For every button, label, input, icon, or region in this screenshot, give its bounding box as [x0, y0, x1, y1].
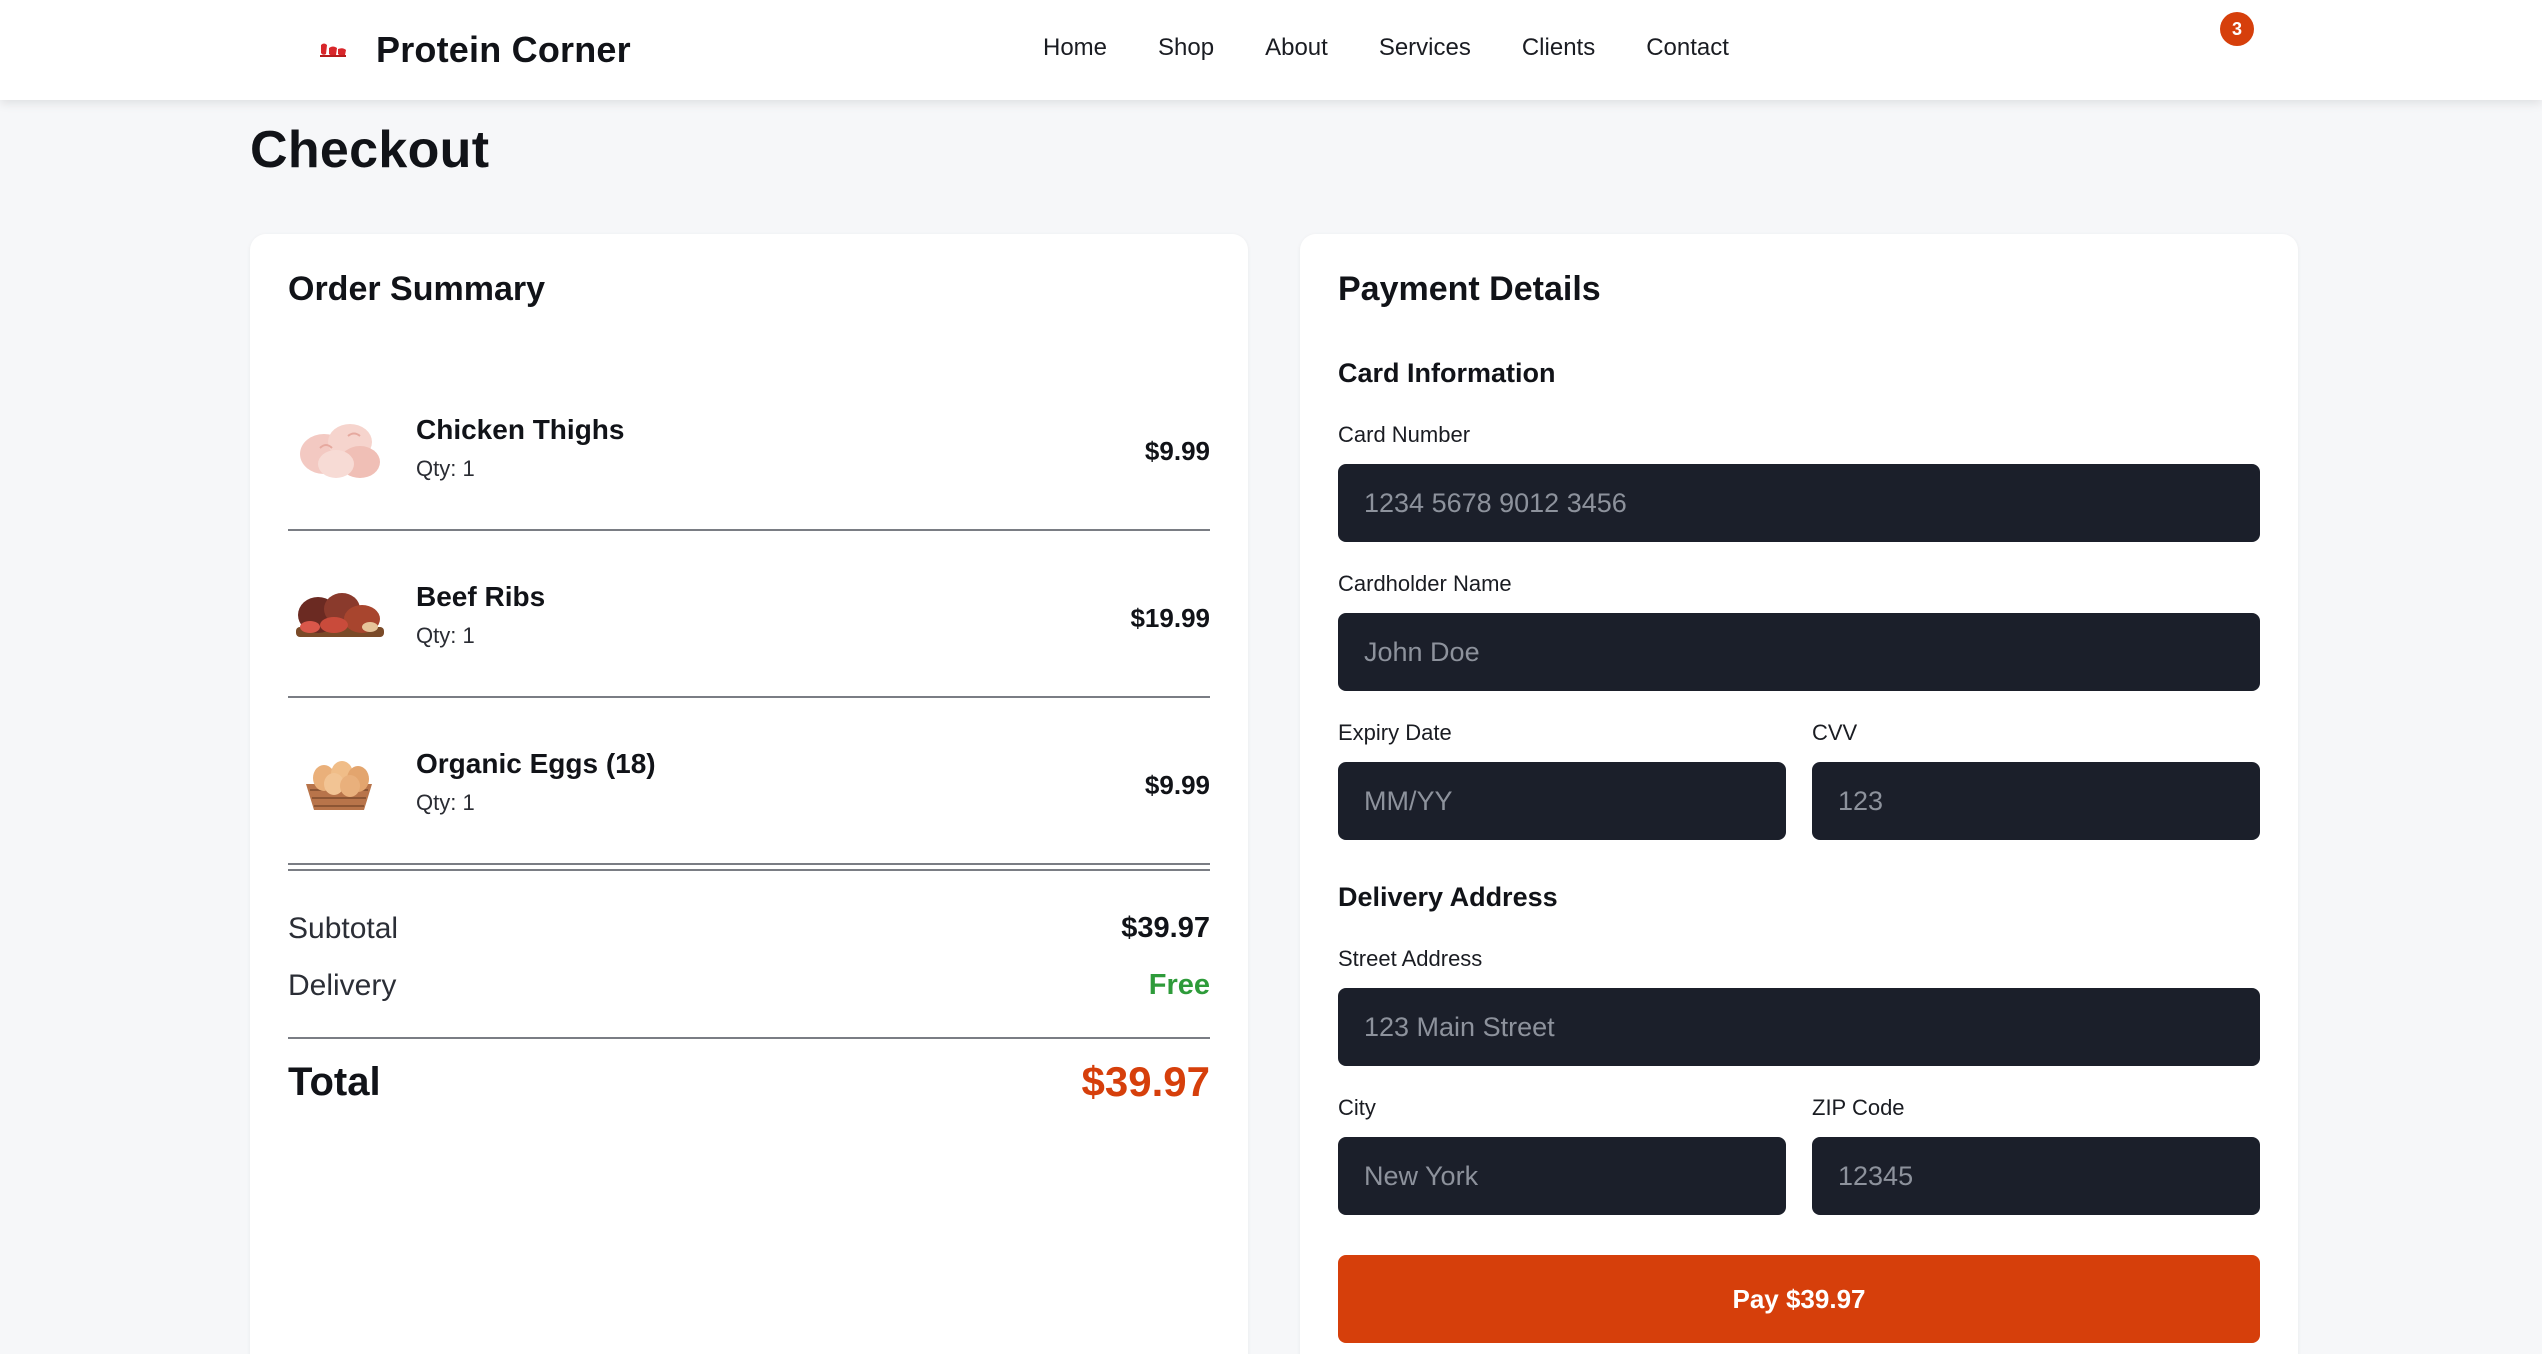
item-name: Organic Eggs (18): [416, 748, 656, 779]
brand[interactable]: Protein Corner: [318, 24, 631, 76]
delivery-label: Delivery: [288, 969, 397, 1002]
zip-code-label: ZIP Code: [1812, 1095, 1905, 1120]
cardholder-name-input[interactable]: [1338, 613, 2260, 691]
subtotal-value: $39.97: [1121, 912, 1210, 944]
total-value: $39.97: [1081, 1058, 1210, 1105]
delivery-value: Free: [1148, 969, 1210, 1001]
card-information-heading: Card Information: [1338, 358, 1556, 388]
nav-home[interactable]: Home: [1043, 28, 1107, 68]
city-label: City: [1338, 1095, 1376, 1120]
item-price: $19.99: [1130, 603, 1210, 633]
total-divider: [288, 1037, 1210, 1039]
cardholder-name-label: Cardholder Name: [1338, 571, 1512, 596]
item-name: Chicken Thighs: [416, 414, 625, 445]
pay-button[interactable]: Pay $39.97: [1338, 1255, 2260, 1343]
beef-ribs-image: [290, 569, 388, 657]
nav-clients[interactable]: Clients: [1522, 28, 1595, 68]
total-label: Total: [288, 1060, 381, 1104]
nav-about[interactable]: About: [1265, 28, 1328, 68]
main-nav: Home Shop About Services Clients Contact: [1043, 28, 1729, 68]
zip-code-input[interactable]: [1812, 1137, 2260, 1215]
item-qty: Qty: 1: [416, 623, 475, 648]
street-address-label: Street Address: [1338, 946, 1483, 971]
expiry-date-input[interactable]: [1338, 762, 1786, 840]
order-summary-card: Order Summary Chicken Thighs Qty: 1 $9.9…: [250, 234, 1248, 1354]
payment-details-card: Payment Details Card Information Card Nu…: [1300, 234, 2298, 1354]
street-address-input[interactable]: [1338, 988, 2260, 1066]
order-item: Chicken Thighs Qty: 1 $9.99: [288, 364, 1210, 531]
cart-button[interactable]: 3: [2210, 10, 2254, 54]
expiry-date-label: Expiry Date: [1338, 720, 1452, 745]
summary-divider: [288, 869, 1210, 871]
order-item: Organic Eggs (18) Qty: 1 $9.99: [288, 698, 1210, 865]
item-qty: Qty: 1: [416, 790, 475, 815]
item-qty: Qty: 1: [416, 456, 475, 481]
organic-eggs-image: [290, 736, 388, 824]
delivery-address-heading: Delivery Address: [1338, 882, 1558, 912]
subtotal-label: Subtotal: [288, 912, 399, 945]
card-number-input[interactable]: [1338, 464, 2260, 542]
delivery-row: Delivery Free: [288, 969, 1210, 1017]
brand-name: Protein Corner: [376, 29, 631, 70]
item-price: $9.99: [1144, 436, 1210, 466]
cvv-input[interactable]: [1812, 762, 2260, 840]
chicken-thighs-image: [290, 402, 388, 490]
brand-logo-icon: [318, 40, 348, 60]
page-title: Checkout: [250, 121, 490, 179]
nav-contact[interactable]: Contact: [1646, 28, 1729, 68]
cart-count-badge: 3: [2220, 12, 2254, 46]
city-input[interactable]: [1338, 1137, 1786, 1215]
card-number-label: Card Number: [1338, 422, 1471, 447]
nav-shop[interactable]: Shop: [1158, 28, 1214, 68]
order-item: Beef Ribs Qty: 1 $19.99: [288, 531, 1210, 698]
order-summary-title: Order Summary: [288, 270, 545, 308]
subtotal-row: Subtotal $39.97: [288, 912, 1210, 960]
payment-details-title: Payment Details: [1338, 270, 1601, 308]
nav-services[interactable]: Services: [1379, 28, 1471, 68]
item-price: $9.99: [1144, 770, 1210, 800]
cvv-label: CVV: [1812, 720, 1858, 745]
top-navbar: Protein Corner Home Shop About Services …: [0, 0, 2542, 100]
item-name: Beef Ribs: [416, 581, 546, 612]
